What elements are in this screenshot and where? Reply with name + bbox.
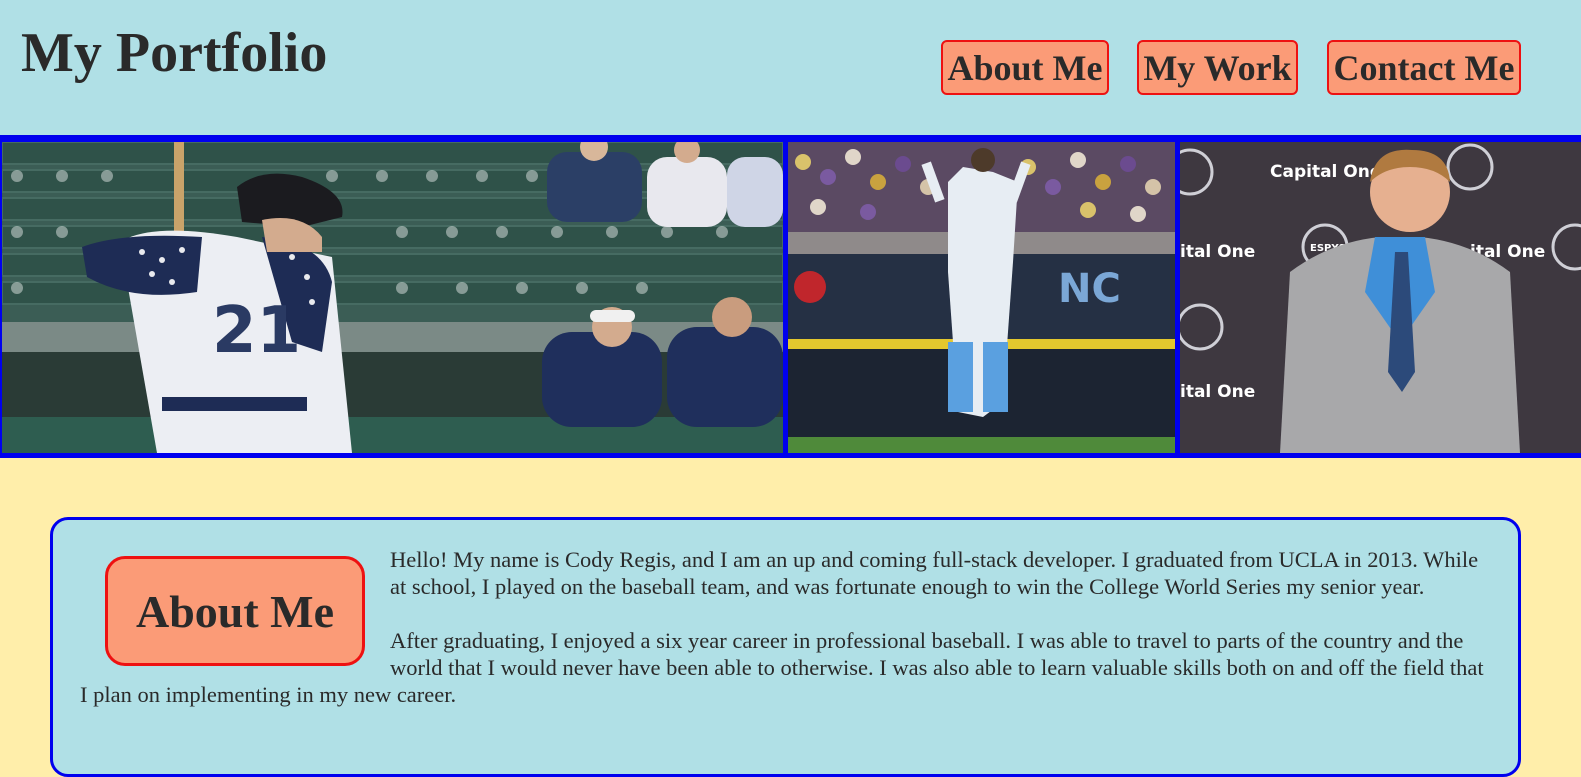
nav-about-me-button[interactable]: About Me [941,40,1109,95]
svg-text:ital One: ital One [1180,242,1255,262]
nav-contact-me-button[interactable]: Contact Me [1327,40,1521,95]
svg-text:ital One: ital One [1180,382,1255,402]
photo-banner: 21 NC Capital One ital One ital One ital… [0,135,1581,458]
batter-photo: 21 [2,142,783,453]
site-title: My Portfolio [21,22,328,84]
nav-my-work-button[interactable]: My Work [1137,40,1298,95]
site-header: My Portfolio About Me My Work Contact Me [0,0,1581,135]
espys-photo: Capital One ital One ital One ital One E… [1180,142,1581,453]
about-me-section: Hello! My name is Cody Regis, and I am a… [50,517,1521,777]
jersey-number: 21 [212,294,301,368]
about-me-heading: About Me [105,556,365,666]
celebration-photo: NC [788,142,1175,453]
backdrop-text: Capital One [1270,162,1381,182]
svg-text:NC: NC [1058,266,1121,312]
